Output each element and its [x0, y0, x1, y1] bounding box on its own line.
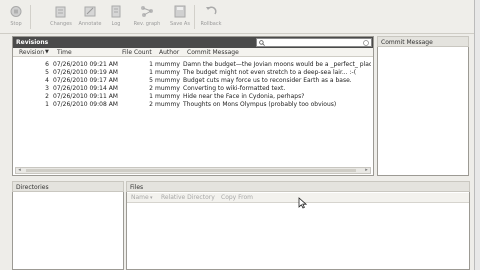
- revision-graph-button[interactable]: Rev. graph: [130, 3, 164, 31]
- scroll-left-icon[interactable]: ◂: [16, 168, 23, 173]
- scroll-right-icon[interactable]: ▸: [363, 168, 370, 173]
- stop-button[interactable]: Stop: [6, 3, 26, 31]
- revision-cell: 5: [45, 69, 49, 76]
- revision-cell: 6: [45, 61, 49, 68]
- search-icon: [259, 40, 265, 46]
- column-time[interactable]: Time: [57, 48, 72, 57]
- author-cell: mummy: [155, 69, 180, 76]
- annotate-button[interactable]: Annotate: [76, 3, 104, 31]
- revisions-header: Revisions: [13, 37, 373, 48]
- time-cell: 07/26/2010 09:17 AM: [53, 77, 118, 84]
- files-header: Files: [126, 181, 470, 192]
- message-cell: The budget might not even stretch to a d…: [183, 69, 357, 76]
- changes-icon: [55, 6, 66, 18]
- log-icon: [111, 5, 121, 18]
- annotate-icon: [84, 6, 96, 17]
- files-name-column[interactable]: Name: [131, 193, 149, 203]
- save-as-button[interactable]: Save As: [168, 3, 192, 31]
- table-row[interactable]: 6 07/26/2010 09:21 AM 1 mummy Damn the b…: [13, 61, 373, 69]
- revision-cell: 3: [45, 85, 49, 92]
- revisions-column-headers: Revision ▼ Time File Count Author Commit…: [13, 48, 373, 57]
- table-row[interactable]: 5 07/26/2010 09:19 AM 1 mummy The budget…: [13, 69, 373, 77]
- revision-cell: 2: [45, 93, 49, 100]
- revision-search-input[interactable]: [256, 38, 372, 47]
- changes-button[interactable]: Changes: [44, 3, 78, 31]
- revision-graph-icon: [141, 6, 153, 17]
- changes-label: Changes: [50, 21, 72, 27]
- message-cell: Budget cuts may force us to reconsider E…: [183, 77, 352, 84]
- table-row[interactable]: 4 07/26/2010 09:17 AM 5 mummy Budget cut…: [13, 77, 373, 85]
- revision-cell: 4: [45, 77, 49, 84]
- file-count-cell: 5: [149, 77, 153, 84]
- time-cell: 07/26/2010 09:19 AM: [53, 69, 118, 76]
- rollback-label: Rollback: [200, 21, 222, 27]
- rollback-icon: [206, 6, 217, 15]
- time-cell: 07/26/2010 09:21 AM: [53, 61, 118, 68]
- files-panel: Files Name ▾ Relative Directory Copy Fro…: [126, 181, 470, 270]
- file-count-cell: 2: [149, 85, 153, 92]
- toolbar-separator: [194, 5, 195, 29]
- revision-graph-label: Rev. graph: [133, 21, 161, 27]
- revisions-title: Revisions: [16, 39, 49, 46]
- time-cell: 07/26/2010 09:14 AM: [53, 85, 118, 92]
- files-relative-directory-column[interactable]: Relative Directory: [161, 193, 215, 203]
- time-cell: 07/26/2010 09:08 AM: [53, 101, 118, 108]
- file-count-cell: 1: [149, 69, 153, 76]
- app-window: Stop Changes Annotate Log Rev. graph Sav…: [0, 0, 474, 270]
- column-author[interactable]: Author: [159, 48, 179, 57]
- directories-header: Directories: [12, 181, 124, 192]
- message-cell: Converting to wiki-formatted text.: [183, 85, 286, 92]
- author-cell: mummy: [155, 101, 180, 108]
- table-row[interactable]: 3 07/26/2010 09:14 AM 2 mummy Converting…: [13, 85, 373, 93]
- file-count-cell: 2: [149, 101, 153, 108]
- mouse-pointer-icon: [298, 197, 307, 209]
- message-cell: Damn the budget—the Jovian moons would b…: [183, 61, 371, 68]
- save-as-label: Save As: [170, 21, 190, 27]
- message-cell: Thoughts on Mons Olympus (probably too o…: [183, 101, 337, 108]
- directories-panel: Directories: [12, 181, 124, 270]
- message-cell: Hide near the Face in Cydonia, perhaps?: [183, 93, 305, 100]
- author-cell: mummy: [155, 93, 180, 100]
- commit-message-panel: Commit Message: [377, 36, 469, 176]
- window-edge-scrollbar[interactable]: [474, 0, 480, 270]
- toolbar: Stop Changes Annotate Log Rev. graph Sav…: [0, 0, 474, 34]
- save-as-icon: [174, 5, 186, 18]
- revisions-horizontal-scrollbar[interactable]: ◂ ▸: [15, 167, 371, 174]
- column-commit-message[interactable]: Commit Message: [187, 48, 239, 57]
- table-row[interactable]: 1 07/26/2010 09:08 AM 2 mummy Thoughts o…: [13, 101, 373, 109]
- rollback-button[interactable]: Rollback: [198, 3, 224, 31]
- revisions-panel: Revisions Revision ▼ Time File Count Aut…: [12, 36, 374, 176]
- column-revision[interactable]: Revision: [19, 48, 44, 57]
- commit-message-header: Commit Message: [377, 36, 469, 47]
- column-file-count[interactable]: File Count: [122, 48, 152, 57]
- time-cell: 07/26/2010 09:11 AM: [53, 93, 118, 100]
- table-row[interactable]: 2 07/26/2010 09:11 AM 1 mummy Hide near …: [13, 93, 373, 101]
- author-cell: mummy: [155, 77, 180, 84]
- author-cell: mummy: [155, 61, 180, 68]
- clear-search-icon[interactable]: [363, 40, 369, 46]
- author-cell: mummy: [155, 85, 180, 92]
- stop-icon: [10, 6, 22, 17]
- revision-cell: 1: [45, 101, 49, 108]
- sort-down-icon: ▾: [150, 195, 153, 201]
- file-count-cell: 1: [149, 93, 153, 100]
- sort-desc-icon: ▼: [45, 49, 49, 55]
- files-copy-from-column[interactable]: Copy From: [221, 193, 253, 203]
- toolbar-separator: [30, 5, 31, 29]
- file-count-cell: 1: [149, 61, 153, 68]
- stop-label: Stop: [10, 21, 22, 27]
- scrollbar-thumb[interactable]: [26, 169, 356, 172]
- annotate-label: Annotate: [78, 21, 102, 27]
- log-label: Log: [111, 21, 121, 27]
- log-button[interactable]: Log: [106, 3, 126, 31]
